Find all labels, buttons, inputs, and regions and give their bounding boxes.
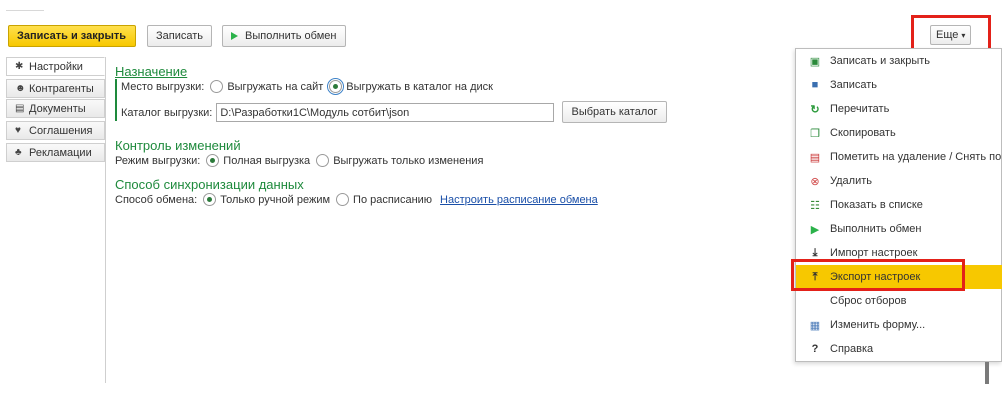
tab-contractors-label: Контрагенты [29, 82, 94, 95]
menu-item-label: Сброс отборов [830, 295, 907, 307]
menu-item-import-settings[interactable]: ⤓ Импорт настроек [796, 241, 1002, 265]
menu-item-save-close[interactable]: ▣ Записать и закрыть [796, 49, 1002, 73]
menu-item-label: Пометить на удаление / Снять по [830, 151, 1002, 163]
section-bar [115, 79, 117, 121]
option-upload-site[interactable]: Выгружать на сайт [227, 81, 323, 93]
tab-settings[interactable]: ✱ Настройки [6, 57, 105, 76]
claims-icon: ♣ [15, 147, 22, 158]
save-icon: ■ [811, 79, 819, 91]
document-icon: ▤ [15, 103, 25, 114]
menu-item-save[interactable]: ■ Записать [796, 73, 1002, 97]
play-icon [231, 32, 238, 40]
changes-mode-row: Режим выгрузки: Полная выгрузка Выгружат… [115, 154, 483, 167]
tab-panel-divider [105, 57, 106, 383]
tab-documents[interactable]: ▤ Документы [6, 99, 105, 118]
tab-claims[interactable]: ♣ Рекламации [6, 143, 105, 162]
menu-item-mark-delete[interactable]: ▤ Пометить на удаление / Снять по [796, 145, 1002, 169]
more-label: Еще [936, 29, 959, 41]
menu-item-change-form[interactable]: ▦ Изменить форму... [796, 313, 1002, 337]
method-label: Способ обмена: [115, 193, 198, 206]
tab-contractors[interactable]: ☻ Контрагенты [6, 79, 105, 98]
choose-folder-button[interactable]: Выбрать каталог [562, 101, 667, 123]
section-title-changes: Контроль изменений [115, 138, 241, 153]
tab-agreements[interactable]: ♥ Соглашения [6, 121, 105, 140]
menu-item-export-settings[interactable]: ⤒ Экспорт настроек [796, 265, 1002, 289]
folder-label: Каталог выгрузки: [121, 106, 213, 119]
radio-manual-only[interactable] [203, 193, 217, 206]
radio-schedule[interactable] [336, 193, 350, 206]
delete-icon: ⊗ [810, 175, 820, 188]
gear-icon: ✱ [15, 61, 24, 72]
people-icon: ☻ [15, 83, 26, 94]
play-icon: ▶ [810, 223, 820, 236]
radio-upload-site[interactable] [210, 80, 224, 93]
radio-changes-only[interactable] [316, 154, 330, 167]
chevron-down-icon: ▾ [961, 30, 966, 40]
title-underline [6, 10, 44, 11]
schedule-settings-link[interactable]: Настроить расписание обмена [440, 194, 598, 206]
run-exchange-label: Выполнить обмен [245, 30, 337, 42]
menu-item-label: Экспорт настроек [830, 271, 921, 283]
menu-item-label: Выполнить обмен [830, 223, 922, 235]
menu-item-reread[interactable]: ↻ Перечитать [796, 97, 1002, 121]
copy-icon: ❐ [810, 127, 820, 140]
menu-item-label: Перечитать [830, 103, 890, 115]
import-icon: ⤓ [812, 246, 818, 259]
destination-folder-row: Каталог выгрузки: D:\Разработки1С\Модуль… [121, 103, 555, 122]
menu-item-label: Изменить форму... [830, 319, 926, 331]
tab-claims-label: Рекламации [29, 146, 92, 159]
menu-item-label: Записать [830, 79, 878, 91]
tab-agreements-label: Соглашения [29, 124, 93, 137]
scrollbar[interactable] [985, 362, 989, 384]
save-and-close-button[interactable]: Записать и закрыть [8, 25, 136, 47]
menu-item-reset-filters[interactable]: Сброс отборов [796, 289, 1002, 313]
menu-item-label: Скопировать [830, 127, 896, 139]
mark-delete-icon: ▤ [809, 151, 821, 164]
show-in-list-icon: ☷ [810, 199, 820, 212]
option-manual-only[interactable]: Только ручной режим [220, 194, 330, 206]
menu-item-label: Показать в списке [830, 199, 923, 211]
option-schedule[interactable]: По расписанию [353, 194, 432, 206]
radio-full-upload[interactable] [206, 154, 220, 167]
run-exchange-button[interactable]: Выполнить обмен [222, 25, 346, 47]
option-changes-only[interactable]: Выгружать только изменения [333, 155, 483, 167]
menu-item-help[interactable]: ? Справка [796, 337, 1002, 361]
save-close-icon: ▣ [809, 55, 821, 68]
menu-item-label: Справка [830, 343, 874, 355]
refresh-icon: ↻ [810, 103, 820, 116]
menu-item-delete[interactable]: ⊗ Удалить [796, 169, 1002, 193]
menu-item-run-exchange[interactable]: ▶ Выполнить обмен [796, 217, 1002, 241]
destination-place-row: Место выгрузки: Выгружать на сайт Выгруж… [121, 78, 493, 95]
tab-settings-label: Настройки [29, 60, 83, 73]
handshake-icon: ♥ [15, 125, 21, 136]
place-label: Место выгрузки: [121, 80, 205, 93]
export-icon: ⤒ [812, 270, 818, 283]
more-dropdown-menu: ▣ Записать и закрыть ■ Записать ↻ Перечи… [795, 48, 1002, 362]
more-button[interactable]: Еще ▾ [930, 25, 972, 45]
radio-upload-disk[interactable] [327, 78, 345, 95]
menu-item-label: Записать и закрыть [830, 55, 931, 67]
tab-documents-label: Документы [29, 102, 86, 115]
section-title-destination: Назначение [115, 64, 188, 79]
help-icon: ? [811, 343, 819, 355]
save-button[interactable]: Записать [147, 25, 212, 47]
mode-label: Режим выгрузки: [115, 154, 201, 167]
menu-item-label: Импорт настроек [830, 247, 918, 259]
section-title-sync: Способ синхронизации данных [115, 177, 304, 192]
menu-item-show-in-list[interactable]: ☷ Показать в списке [796, 193, 1002, 217]
folder-input[interactable]: D:\Разработки1С\Модуль сотбит\json [216, 103, 555, 122]
option-upload-disk[interactable]: Выгружать в каталог на диск [346, 81, 493, 93]
menu-item-label: Удалить [830, 175, 872, 187]
change-form-icon: ▦ [809, 319, 821, 332]
sync-method-row: Способ обмена: Только ручной режим По ра… [115, 193, 598, 206]
menu-item-copy[interactable]: ❐ Скопировать [796, 121, 1002, 145]
option-full-upload[interactable]: Полная выгрузка [223, 155, 310, 167]
